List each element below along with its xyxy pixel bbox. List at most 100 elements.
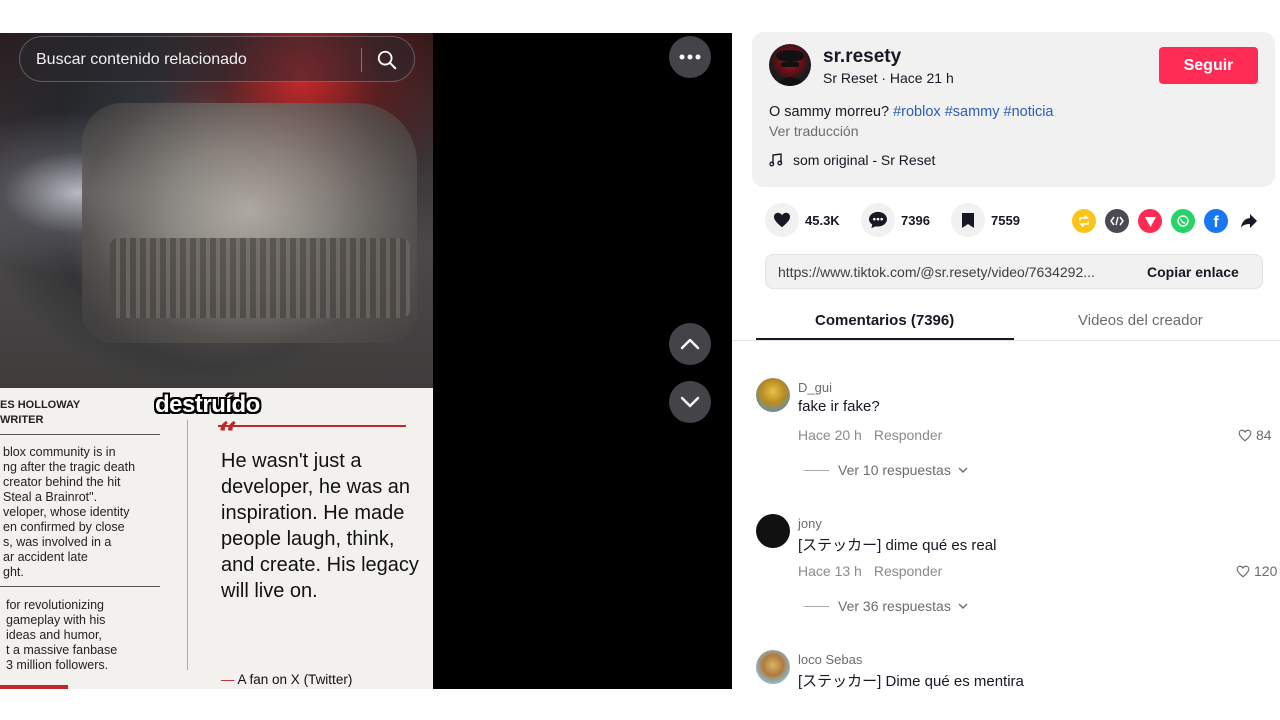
next-video-button[interactable] [669,381,711,423]
related-search-input[interactable]: Buscar contenido relacionado [19,36,415,82]
save-button[interactable]: 7559 [951,203,1020,237]
more-options-button[interactable] [669,36,711,78]
commenter-avatar[interactable] [756,378,790,412]
commenter-username[interactable]: jony [798,516,822,531]
creator-username[interactable]: sr.resety [823,46,901,68]
article-author-role: WRITER [0,414,44,426]
article-divider [187,420,188,670]
creator-info-card: sr.resety Sr Reset · Hace 21 h Seguir O … [752,32,1275,187]
see-translation-link[interactable]: Ver traducción [769,123,859,139]
comment-like-count: 84 [1256,427,1272,443]
commenter-avatar[interactable] [756,514,790,548]
commenter-avatar[interactable] [756,650,790,684]
article-author: ES HOLLOWAY WRITER [0,398,160,428]
view-replies-button[interactable]: Ver 36 respuestas [804,598,968,614]
active-tab-indicator [756,338,1014,340]
like-count: 45.3K [805,212,840,228]
comment-like-count: 120 [1254,563,1278,579]
view-replies-label: Ver 36 respuestas [838,598,951,614]
reply-button[interactable]: Responder [874,563,943,579]
creator-avatar[interactable] [769,44,811,86]
comments-tabs: Comentarios (7396) Videos del creador [732,304,1280,341]
reply-button[interactable]: Responder [874,427,943,443]
heart-outline-icon [1238,429,1252,441]
repost-icon[interactable] [1072,209,1096,233]
send-icon[interactable] [1138,209,1162,233]
article-column-text-2: for revolutionizing gameplay with his idea… [6,598,166,673]
heart-icon [774,212,790,228]
article-line: en confirmed by close [3,520,125,534]
more-dots-icon [679,54,701,60]
save-count: 7559 [991,212,1020,228]
comment-button[interactable]: 7396 [861,203,930,237]
video-frame[interactable]: ES HOLLOWAY WRITER blox community is in n… [0,33,433,689]
comment-meta: Hace 20 h Responder [798,427,942,443]
comment-text: [ステッカー] dime qué es real [798,537,997,554]
heart-outline-icon [1236,565,1250,577]
video-player[interactable]: ES HOLLOWAY WRITER blox community is in n… [0,33,732,689]
music-link[interactable]: som original - Sr Reset [769,152,935,168]
article-line: 3 million followers. [6,658,109,672]
news-article-image: ES HOLLOWAY WRITER blox community is in n… [0,388,433,689]
video-url[interactable]: https://www.tiktok.com/@sr.resety/video/… [778,264,1130,280]
creator-subline: Sr Reset · Hace 21 h [823,70,954,86]
quote-mark-icon: “ [218,415,238,455]
quote-attribution: — A fan on X (Twitter) [221,672,353,687]
masked-person-icon [776,50,804,86]
article-line: ght. [3,565,24,579]
commenter-username[interactable]: D_gui [798,380,832,395]
search-divider [361,48,362,72]
tab-comments[interactable]: Comentarios (7396) [815,312,954,329]
comment-time: Hace 13 h [798,563,862,579]
chevron-down-icon [680,396,700,408]
car-grille [110,238,410,318]
copy-link-button[interactable]: Copiar enlace [1147,264,1239,280]
hashtag-link[interactable]: #sammy [945,104,1000,120]
comment-like-button[interactable]: 84 [1238,427,1272,443]
video-description: O sammy morreu? #roblox #sammy #noticia [769,104,1054,120]
view-replies-button[interactable]: Ver 10 respuestas [804,462,968,478]
article-line: ng after the tragic death [3,460,136,474]
article-line: ar accident late [3,550,88,564]
comment-item: loco Sebas [ステッカー] Dime qué es mentira [756,650,1280,690]
comment-time: Hace 20 h [798,427,862,443]
article-rule [0,586,160,587]
view-replies-label: Ver 10 respuestas [838,462,951,478]
bookmark-icon [962,212,974,228]
attribution-text: A fan on X (Twitter) [237,672,353,687]
article-quote: He wasn't just a developer, he was an in… [221,450,419,602]
comment-meta: Hace 13 h Responder [798,563,942,579]
tab-creator-videos[interactable]: Videos del creador [1078,312,1203,329]
comment-text: fake ir fake? [798,398,880,415]
hashtag-link[interactable]: #roblox [893,104,941,120]
chevron-up-icon [680,338,700,350]
embed-icon[interactable] [1105,209,1129,233]
like-button[interactable]: 45.3K [765,203,840,237]
article-line: s, was involved in a [3,535,112,549]
comment-icon [869,211,887,229]
music-note-icon [769,153,783,167]
follow-button[interactable]: Seguir [1159,47,1258,84]
article-accent-bar [0,685,68,689]
music-title: som original - Sr Reset [793,152,936,168]
commenter-username[interactable]: loco Sebas [798,652,862,667]
quote-accent-line [218,425,406,427]
hashtag-link[interactable]: #noticia [1004,104,1054,120]
comment-like-button[interactable]: 120 [1236,563,1277,579]
article-line: Steal a Brainrot". [3,490,98,504]
previous-video-button[interactable] [669,323,711,365]
article-line: t a massive fanbase [6,643,118,657]
article-column-text: blox community is in ng after the tragic … [3,445,163,580]
facebook-icon[interactable]: f [1204,209,1228,233]
search-icon[interactable] [376,49,398,71]
article-line: creator behind the hit [3,475,121,489]
article-line: blox community is in [3,445,116,459]
comment-count: 7396 [901,212,930,228]
article-rule [0,434,160,435]
share-arrow-icon[interactable] [1237,209,1261,233]
comment-text: [ステッカー] Dime qué es mentira [798,673,1024,690]
search-placeholder: Buscar contenido relacionado [36,51,247,68]
video-link-row: https://www.tiktok.com/@sr.resety/video/… [765,254,1263,289]
whatsapp-icon[interactable] [1171,209,1195,233]
article-line: ideas and humor, [6,628,102,642]
